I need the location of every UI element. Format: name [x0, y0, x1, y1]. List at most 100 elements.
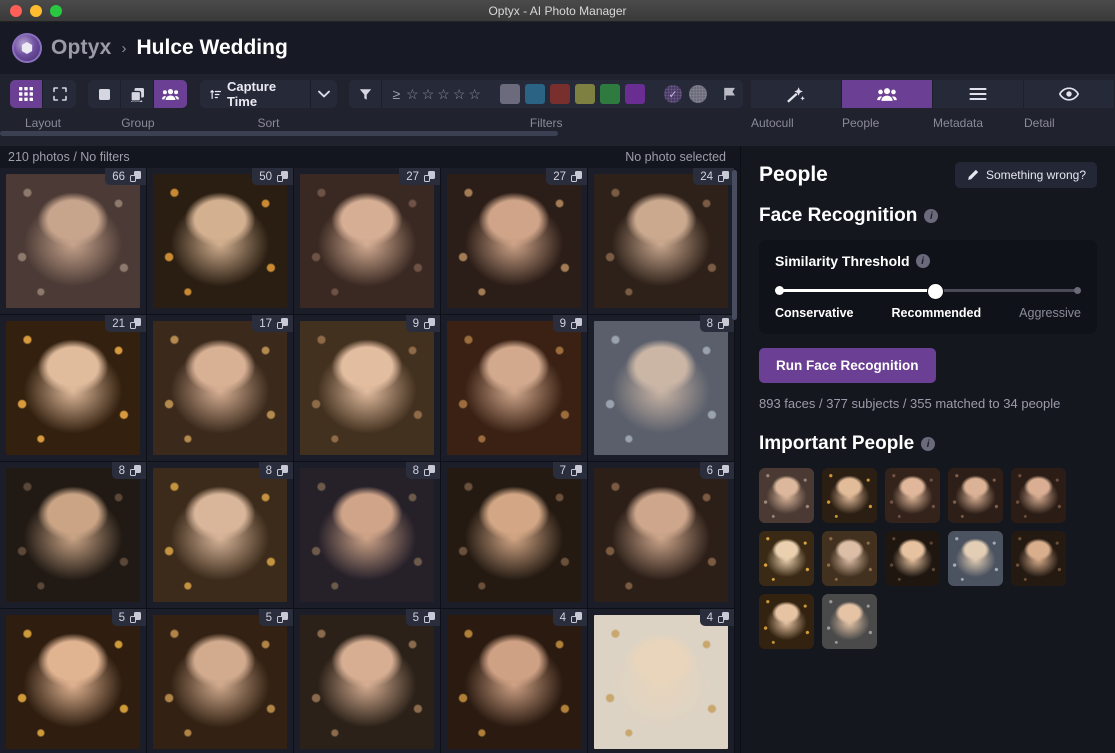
- photo-cell[interactable]: 4: [441, 609, 588, 753]
- pencil-icon: [968, 169, 979, 180]
- something-wrong-button[interactable]: Something wrong?: [954, 162, 1097, 188]
- close-window-button[interactable]: [10, 4, 22, 17]
- pick-reject-filter[interactable]: ✓: [654, 80, 717, 108]
- photo-cell[interactable]: 4: [588, 609, 735, 753]
- info-icon[interactable]: i: [921, 437, 936, 451]
- photo-grid-scrollbar[interactable]: [732, 170, 737, 320]
- important-person-face[interactable]: [822, 594, 877, 649]
- tab-detail[interactable]: [1024, 80, 1115, 108]
- photo-cell[interactable]: 6: [588, 462, 735, 609]
- optyx-logo-icon: [12, 33, 42, 63]
- photo-cell[interactable]: 8: [294, 462, 441, 609]
- photo-cell[interactable]: 24: [588, 168, 735, 315]
- photo-cell[interactable]: 21: [0, 315, 147, 462]
- important-person-face[interactable]: [885, 531, 940, 586]
- photo-cell[interactable]: 50: [147, 168, 294, 315]
- window-controls[interactable]: [0, 4, 62, 17]
- filter-funnel-button[interactable]: [349, 80, 383, 108]
- stack-count: 8: [265, 464, 272, 477]
- color-swatch-red[interactable]: [549, 84, 570, 104]
- photo-cell[interactable]: 5: [294, 609, 441, 753]
- photo-grid[interactable]: 66 50 27 27 24 21 17 9 9 8 8 8 8 7 6 5 5 5 4 4: [0, 168, 740, 753]
- photo-cell[interactable]: 66: [0, 168, 147, 315]
- photo-cell[interactable]: 27: [441, 168, 588, 315]
- color-swatch-yellow[interactable]: [574, 84, 595, 104]
- color-swatch-purple[interactable]: [624, 84, 645, 104]
- breadcrumb-brand[interactable]: Optyx: [51, 36, 112, 60]
- similarity-threshold-slider[interactable]: [775, 284, 1081, 299]
- important-person-face[interactable]: [948, 468, 1003, 523]
- flag-filter-button[interactable]: [717, 80, 743, 108]
- color-swatch-green[interactable]: [599, 84, 620, 104]
- important-person-face[interactable]: [759, 468, 814, 523]
- photo-thumbnail: [447, 468, 581, 602]
- photo-stack-count-badge: 8: [111, 462, 146, 479]
- run-face-recognition-button[interactable]: Run Face Recognition: [759, 348, 936, 383]
- important-person-face[interactable]: [759, 531, 814, 586]
- group-none-button[interactable]: [88, 80, 122, 108]
- photo-thumbnail: [6, 615, 140, 749]
- toolbar-horizontal-scrollbar[interactable]: [0, 131, 558, 136]
- photo-thumbnail: [300, 174, 434, 308]
- photo-thumbnail: [6, 321, 140, 455]
- color-swatch-gray[interactable]: [499, 84, 520, 104]
- fullscreen-view-button[interactable]: [43, 80, 76, 108]
- photo-thumbnail: [6, 468, 140, 602]
- photo-cell[interactable]: 8: [0, 462, 147, 609]
- pick-circle-icon[interactable]: ✓: [663, 85, 682, 103]
- photo-thumbnail: [594, 615, 728, 749]
- important-person-face[interactable]: [822, 468, 877, 523]
- info-icon[interactable]: i: [915, 254, 930, 268]
- important-person-face[interactable]: [1011, 468, 1066, 523]
- color-swatch-blue[interactable]: [524, 84, 545, 104]
- slider-handle[interactable]: [928, 284, 944, 299]
- important-people-grid[interactable]: [759, 468, 1097, 649]
- photo-thumbnail: [153, 321, 287, 455]
- group-people-button[interactable]: [154, 80, 188, 108]
- photo-cell[interactable]: 8: [588, 315, 735, 462]
- slider-label-conservative: Conservative: [775, 306, 854, 320]
- stack-count: 4: [559, 611, 566, 624]
- sort-field-value: Capture Time: [226, 80, 277, 108]
- rating-filter[interactable]: ≥ ☆ ☆ ☆ ☆ ☆: [382, 80, 491, 108]
- toolbar-group-label-sort: Sort: [257, 116, 280, 130]
- photo-cell[interactable]: 9: [294, 315, 441, 462]
- photo-stack-count-badge: 50: [252, 168, 293, 185]
- tab-autocull[interactable]: [751, 80, 842, 108]
- tab-people[interactable]: [841, 80, 933, 108]
- sort-dropdown-button[interactable]: [310, 80, 337, 108]
- photo-cell[interactable]: 8: [147, 462, 294, 609]
- photo-cell[interactable]: 9: [441, 315, 588, 462]
- rating-star-5[interactable]: ☆: [468, 86, 481, 103]
- tab-metadata[interactable]: [933, 80, 1024, 108]
- rating-star-3[interactable]: ☆: [437, 86, 450, 103]
- rating-star-4[interactable]: ☆: [453, 86, 466, 103]
- photo-cell[interactable]: 27: [294, 168, 441, 315]
- important-person-face[interactable]: [822, 531, 877, 586]
- breadcrumb-separator-icon: ›: [121, 39, 127, 57]
- photo-cell[interactable]: 5: [0, 609, 147, 753]
- grid-view-button[interactable]: [10, 80, 43, 108]
- photo-stack-count-badge: 27: [399, 168, 440, 185]
- rating-star-1[interactable]: ☆: [406, 86, 419, 103]
- photo-cell[interactable]: 17: [147, 315, 294, 462]
- group-stack-button[interactable]: [121, 80, 155, 108]
- rating-star-2[interactable]: ☆: [422, 86, 435, 103]
- stack-count: 5: [265, 611, 272, 624]
- photo-cell[interactable]: 7: [441, 462, 588, 609]
- important-person-face[interactable]: [759, 594, 814, 649]
- photo-cell[interactable]: 5: [147, 609, 294, 753]
- maximize-window-button[interactable]: [50, 4, 62, 17]
- minimize-window-button[interactable]: [30, 4, 42, 17]
- color-label-filter[interactable]: [491, 80, 654, 108]
- stack-count: 17: [259, 317, 272, 330]
- important-person-face[interactable]: [1011, 531, 1066, 586]
- sort-field-button[interactable]: Capture Time: [200, 80, 310, 108]
- tab-label-metadata: Metadata: [932, 116, 984, 130]
- info-icon[interactable]: i: [924, 209, 939, 223]
- important-person-face[interactable]: [885, 468, 940, 523]
- app-header: Optyx › Hulce Wedding: [0, 22, 1115, 74]
- funnel-icon: [359, 88, 372, 100]
- reject-circle-icon[interactable]: [688, 85, 707, 103]
- important-person-face[interactable]: [948, 531, 1003, 586]
